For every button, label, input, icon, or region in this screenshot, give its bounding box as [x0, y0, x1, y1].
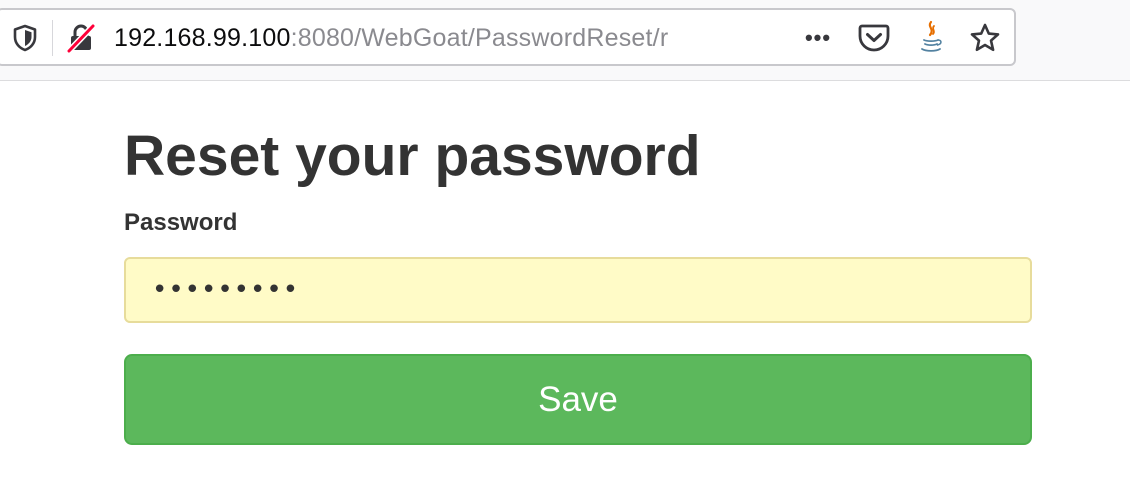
url-host: 192.168.99.100: [114, 24, 291, 52]
url-text[interactable]: 192.168.99.100:8080/WebGoat/PasswordRese…: [114, 23, 726, 53]
insecure-lock-icon[interactable]: [64, 22, 98, 54]
url-bar[interactable]: 192.168.99.100:8080/WebGoat/PasswordRese…: [0, 8, 1016, 66]
star-icon[interactable]: [966, 19, 1004, 57]
password-label: Password: [124, 209, 238, 236]
url-fade: [688, 20, 728, 56]
page-title: Reset your password: [124, 124, 701, 188]
pocket-icon[interactable]: [856, 20, 892, 56]
more-icon[interactable]: •••: [798, 22, 838, 54]
shield-icon[interactable]: [10, 20, 40, 56]
url-path: :8080/WebGoat/PasswordReset/r: [290, 24, 669, 52]
java-icon[interactable]: [914, 18, 948, 58]
url-bar-divider: [52, 20, 53, 56]
password-field[interactable]: [124, 257, 1032, 323]
save-button[interactable]: Save: [124, 354, 1032, 445]
page-actions-dots: •••: [804, 25, 832, 50]
browser-toolbar: 192.168.99.100:8080/WebGoat/PasswordRese…: [0, 0, 1130, 81]
